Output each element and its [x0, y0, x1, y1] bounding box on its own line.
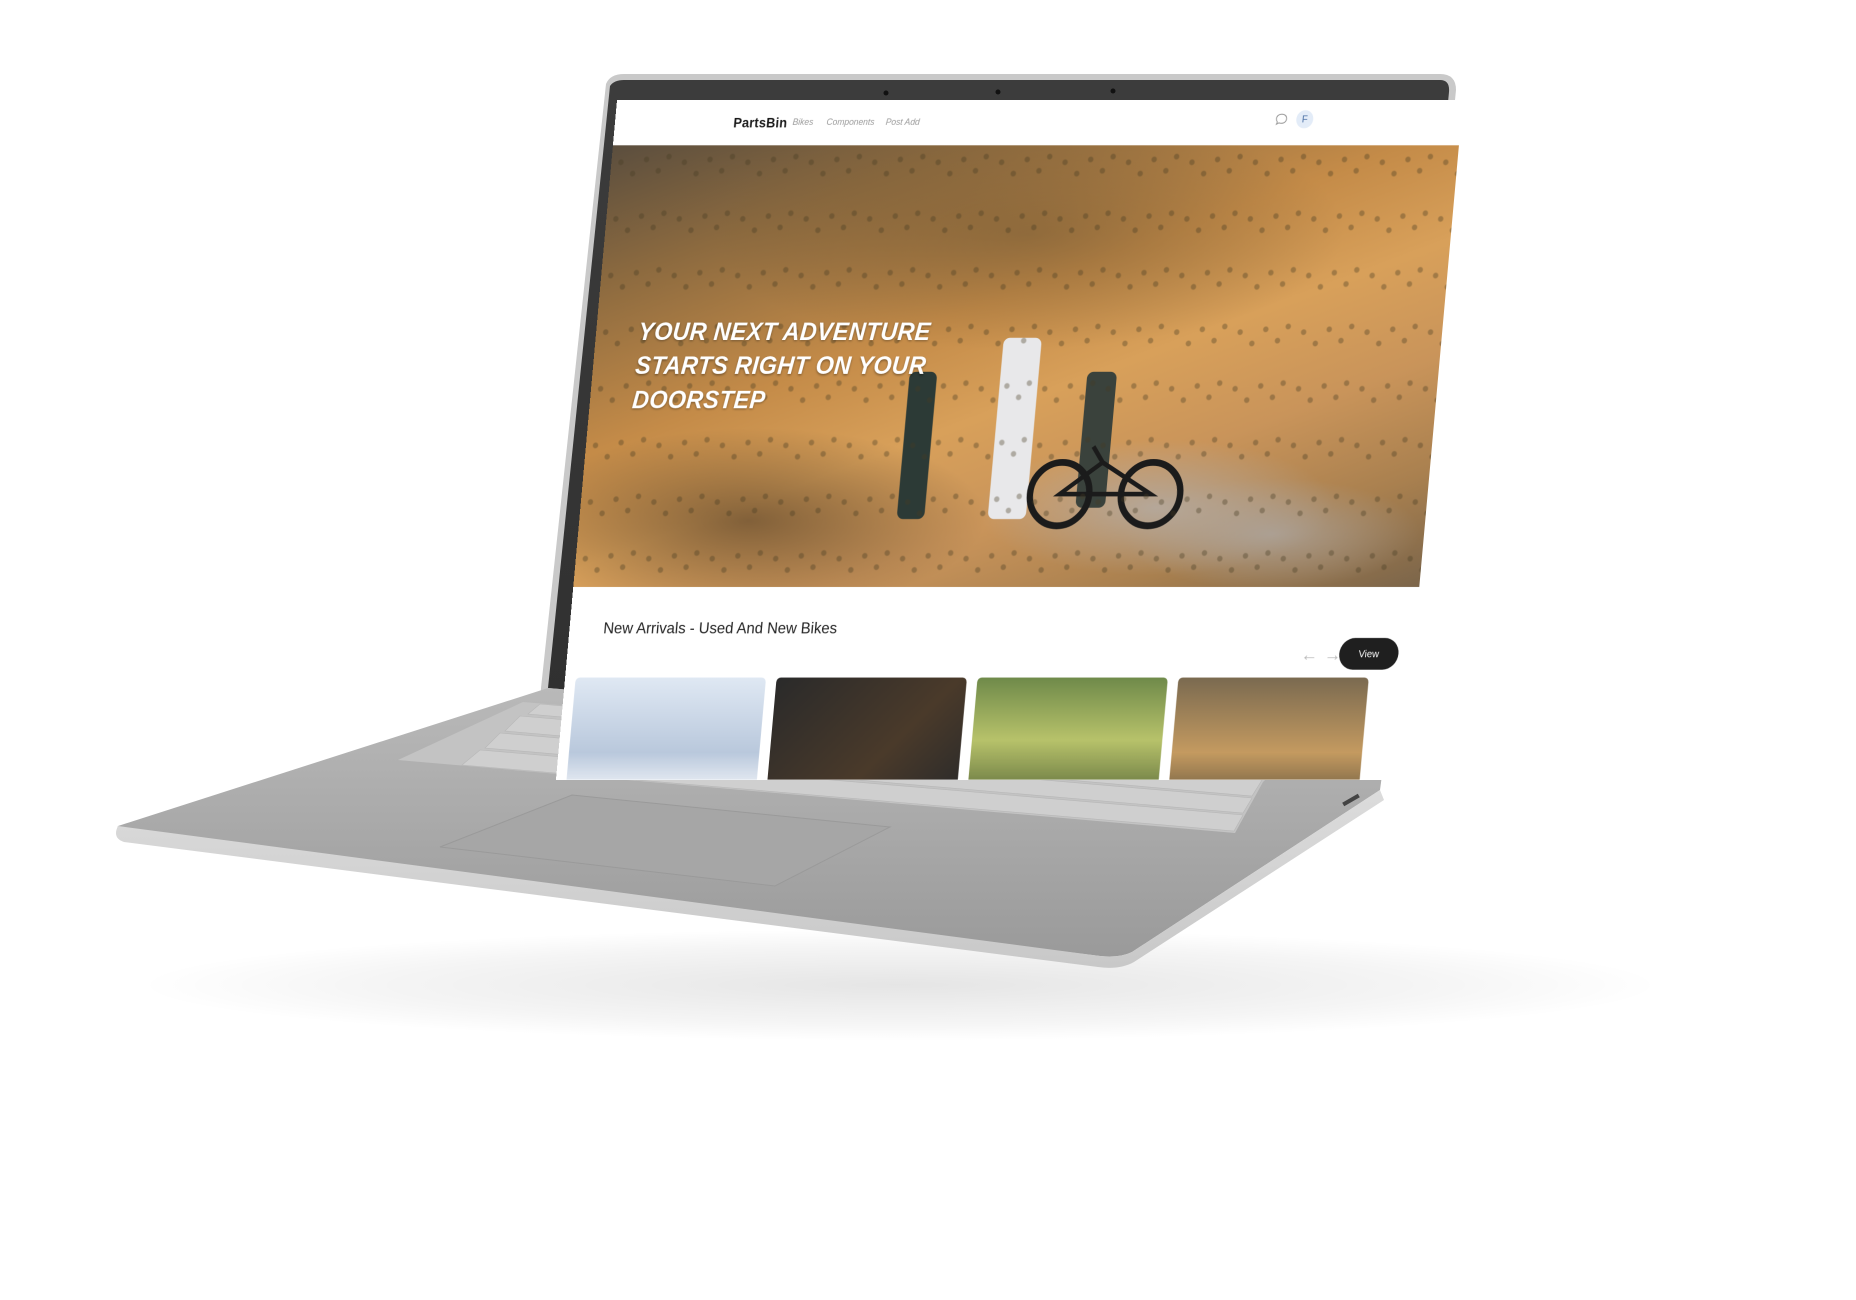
- laptop-body: [116, 74, 1456, 968]
- camera-dot: [883, 90, 889, 96]
- laptop-device: [0, 0, 1856, 1300]
